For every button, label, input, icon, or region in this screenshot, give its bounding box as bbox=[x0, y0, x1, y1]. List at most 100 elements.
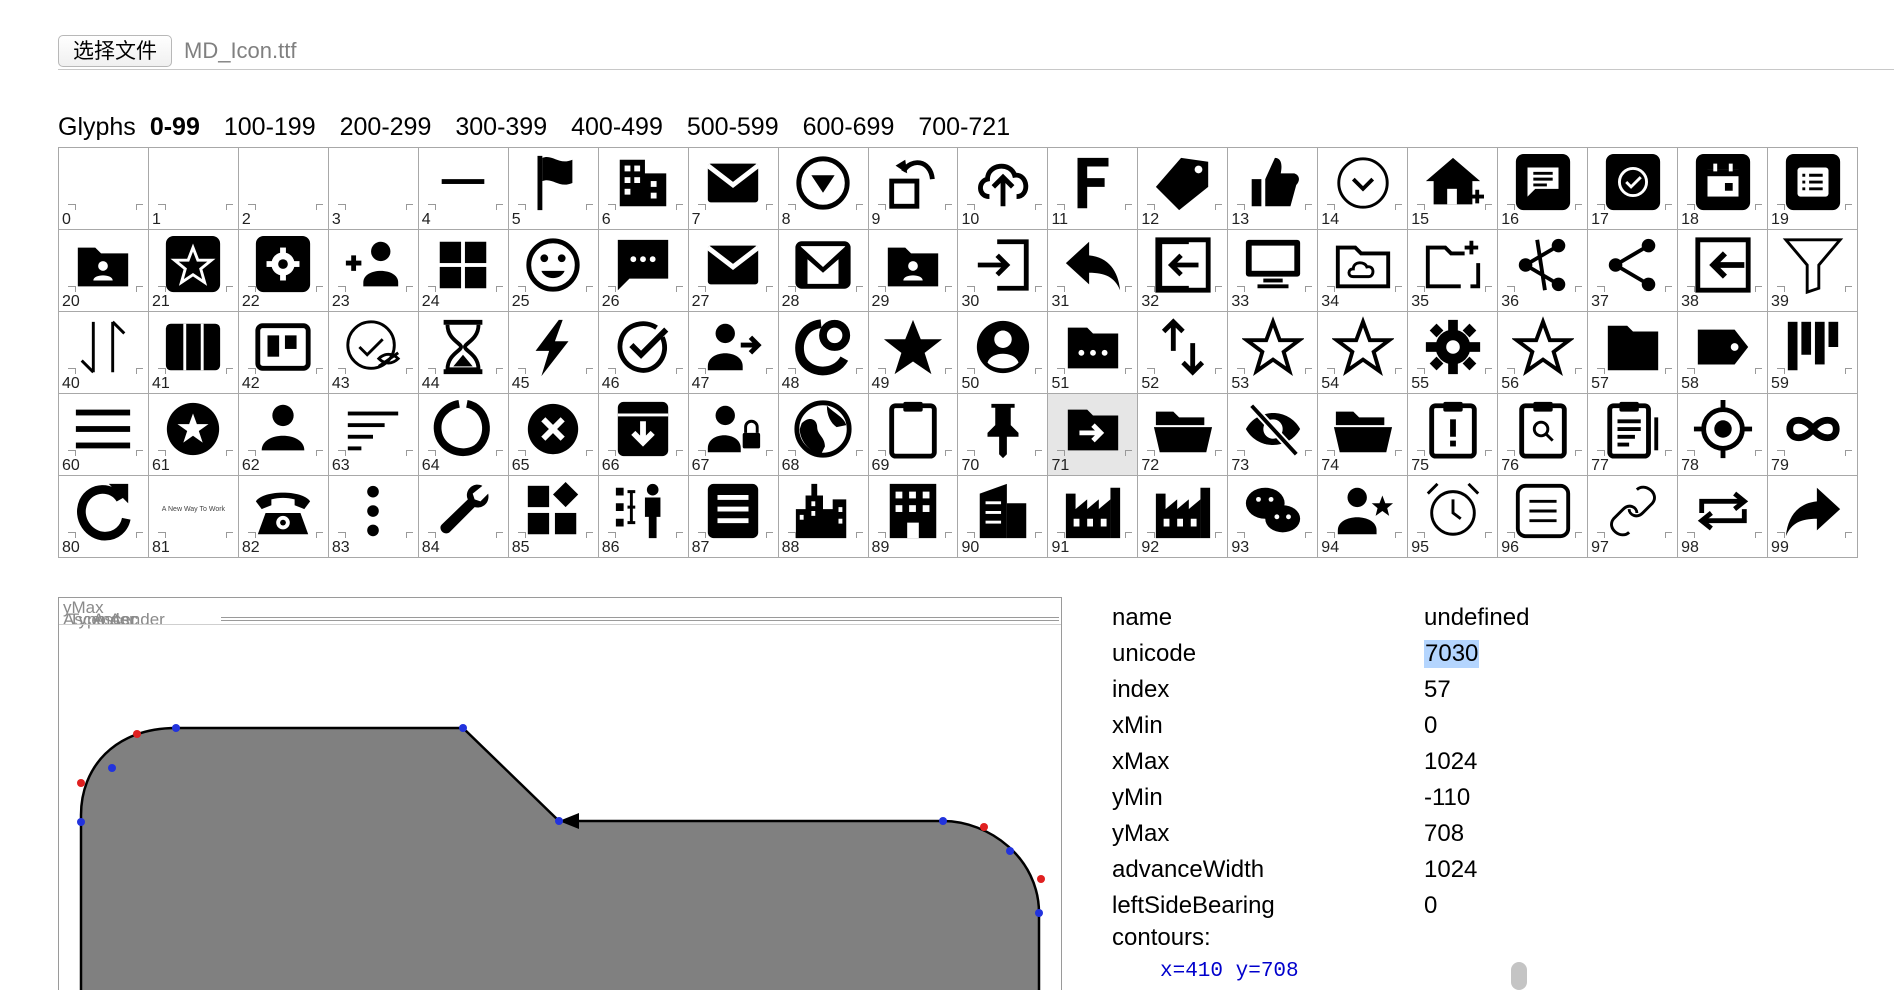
glyph-cell[interactable]: 31 bbox=[1048, 230, 1139, 312]
glyph-cell[interactable]: 66 bbox=[598, 394, 689, 476]
glyph-cell[interactable]: 30 bbox=[958, 230, 1049, 312]
glyph-cell[interactable]: 3 bbox=[328, 148, 419, 230]
glyph-cell[interactable]: 37 bbox=[1588, 230, 1679, 312]
glyph-cell[interactable]: 18 bbox=[1678, 148, 1769, 230]
glyph-cell[interactable]: 92 bbox=[1138, 476, 1229, 558]
glyph-cell[interactable]: 62 bbox=[238, 394, 329, 476]
glyph-cell[interactable]: 39 bbox=[1768, 230, 1858, 312]
glyph-cell[interactable]: 21 bbox=[148, 230, 239, 312]
glyph-cell[interactable]: 82 bbox=[238, 476, 329, 558]
glyph-range-400-499[interactable]: 400-499 bbox=[571, 113, 663, 142]
glyph-cell[interactable]: 41 bbox=[148, 312, 239, 394]
glyph-cell[interactable]: 47 bbox=[688, 312, 779, 394]
glyph-range-0-99[interactable]: 0-99 bbox=[150, 113, 200, 142]
glyph-cell[interactable]: 68 bbox=[778, 394, 869, 476]
glyph-cell[interactable]: 50 bbox=[958, 312, 1049, 394]
glyph-cell[interactable]: 22 bbox=[238, 230, 329, 312]
glyph-cell[interactable]: 7 bbox=[688, 148, 779, 230]
glyph-cell[interactable]: 75 bbox=[1408, 394, 1499, 476]
glyph-range-300-399[interactable]: 300-399 bbox=[455, 113, 547, 142]
glyph-cell[interactable]: 74 bbox=[1318, 394, 1409, 476]
glyph-cell[interactable]: 80 bbox=[59, 476, 149, 558]
glyph-cell[interactable]: 96 bbox=[1498, 476, 1589, 558]
glyph-cell[interactable]: 20 bbox=[59, 230, 149, 312]
glyph-cell[interactable]: 19 bbox=[1768, 148, 1858, 230]
glyph-cell[interactable]: 87 bbox=[688, 476, 779, 558]
glyph-cell[interactable]: 58 bbox=[1678, 312, 1769, 394]
glyph-cell[interactable]: 29 bbox=[868, 230, 959, 312]
glyph-cell[interactable]: 52 bbox=[1138, 312, 1229, 394]
glyph-cell[interactable]: 46 bbox=[598, 312, 689, 394]
glyph-cell[interactable]: 61 bbox=[148, 394, 239, 476]
glyph-cell[interactable]: 10 bbox=[958, 148, 1049, 230]
glyph-cell[interactable]: 44 bbox=[418, 312, 509, 394]
glyph-cell[interactable]: 70 bbox=[958, 394, 1049, 476]
glyph-cell[interactable]: A New Way To Work 81 bbox=[148, 476, 239, 558]
glyph-cell[interactable]: 76 bbox=[1498, 394, 1589, 476]
glyph-cell[interactable]: 24 bbox=[418, 230, 509, 312]
glyph-range-200-299[interactable]: 200-299 bbox=[340, 113, 432, 142]
glyph-cell[interactable]: 2 bbox=[238, 148, 329, 230]
glyph-cell[interactable]: 51 bbox=[1048, 312, 1139, 394]
glyph-cell[interactable]: 72 bbox=[1138, 394, 1229, 476]
glyph-cell[interactable]: 59 bbox=[1768, 312, 1858, 394]
glyph-cell[interactable]: 13 bbox=[1228, 148, 1319, 230]
glyph-cell[interactable]: 0 bbox=[59, 148, 149, 230]
glyph-cell[interactable]: 27 bbox=[688, 230, 779, 312]
glyph-cell[interactable]: 95 bbox=[1408, 476, 1499, 558]
glyph-cell[interactable]: 83 bbox=[328, 476, 419, 558]
glyph-cell[interactable]: 6 bbox=[598, 148, 689, 230]
glyph-cell[interactable]: 94 bbox=[1318, 476, 1409, 558]
choose-file-button[interactable]: 选择文件 bbox=[58, 35, 172, 67]
glyph-cell[interactable]: 90 bbox=[958, 476, 1049, 558]
glyph-cell[interactable]: 69 bbox=[868, 394, 959, 476]
glyph-cell[interactable]: 5 bbox=[508, 148, 599, 230]
glyph-cell[interactable]: 54 bbox=[1318, 312, 1409, 394]
glyph-cell[interactable]: 32 bbox=[1138, 230, 1229, 312]
glyph-cell[interactable]: 14 bbox=[1318, 148, 1409, 230]
glyph-cell[interactable]: 42 bbox=[238, 312, 329, 394]
glyph-cell[interactable]: 64 bbox=[418, 394, 509, 476]
glyph-cell[interactable]: 34 bbox=[1318, 230, 1409, 312]
glyph-cell[interactable]: 4 bbox=[418, 148, 509, 230]
glyph-cell[interactable]: 48 bbox=[778, 312, 869, 394]
glyph-cell[interactable]: 56 bbox=[1498, 312, 1589, 394]
glyph-cell[interactable]: 93 bbox=[1228, 476, 1319, 558]
glyph-cell[interactable]: 89 bbox=[868, 476, 959, 558]
glyph-cell[interactable]: 23 bbox=[328, 230, 419, 312]
glyph-range-700-721[interactable]: 700-721 bbox=[918, 113, 1010, 142]
glyph-cell[interactable]: 85 bbox=[508, 476, 599, 558]
glyph-cell[interactable]: 73 bbox=[1228, 394, 1319, 476]
glyph-cell[interactable]: 88 bbox=[778, 476, 869, 558]
glyph-cell[interactable]: 12 bbox=[1138, 148, 1229, 230]
glyph-cell[interactable]: 97 bbox=[1588, 476, 1679, 558]
glyph-cell[interactable]: 49 bbox=[868, 312, 959, 394]
contours-scrollbar[interactable] bbox=[1511, 962, 1527, 990]
glyph-cell[interactable]: 86 bbox=[598, 476, 689, 558]
glyph-cell[interactable]: 33 bbox=[1228, 230, 1319, 312]
glyph-cell[interactable]: 91 bbox=[1048, 476, 1139, 558]
glyph-cell[interactable]: 55 bbox=[1408, 312, 1499, 394]
glyph-range-500-599[interactable]: 500-599 bbox=[687, 113, 779, 142]
glyph-cell[interactable]: 65 bbox=[508, 394, 599, 476]
glyph-cell[interactable]: 28 bbox=[778, 230, 869, 312]
glyph-cell[interactable]: 67 bbox=[688, 394, 779, 476]
glyph-cell[interactable]: 17 bbox=[1588, 148, 1679, 230]
glyph-cell[interactable]: 9 bbox=[868, 148, 959, 230]
glyph-cell[interactable]: 78 bbox=[1678, 394, 1769, 476]
glyph-cell[interactable]: 26 bbox=[598, 230, 689, 312]
glyph-range-100-199[interactable]: 100-199 bbox=[224, 113, 316, 142]
glyph-cell[interactable]: 99 bbox=[1768, 476, 1858, 558]
glyph-cell[interactable]: 35 bbox=[1408, 230, 1499, 312]
glyph-cell[interactable]: 84 bbox=[418, 476, 509, 558]
glyph-cell[interactable]: 11 bbox=[1048, 148, 1139, 230]
glyph-cell[interactable]: 53 bbox=[1228, 312, 1319, 394]
glyph-cell[interactable]: 1 bbox=[148, 148, 239, 230]
glyph-cell[interactable]: 71 bbox=[1048, 394, 1139, 476]
glyph-cell[interactable]: 43 bbox=[328, 312, 419, 394]
glyph-cell[interactable]: 45 bbox=[508, 312, 599, 394]
glyph-range-600-699[interactable]: 600-699 bbox=[803, 113, 895, 142]
glyph-cell[interactable]: 36 bbox=[1498, 230, 1589, 312]
glyph-cell[interactable]: 25 bbox=[508, 230, 599, 312]
glyph-cell[interactable]: 57 bbox=[1588, 312, 1679, 394]
